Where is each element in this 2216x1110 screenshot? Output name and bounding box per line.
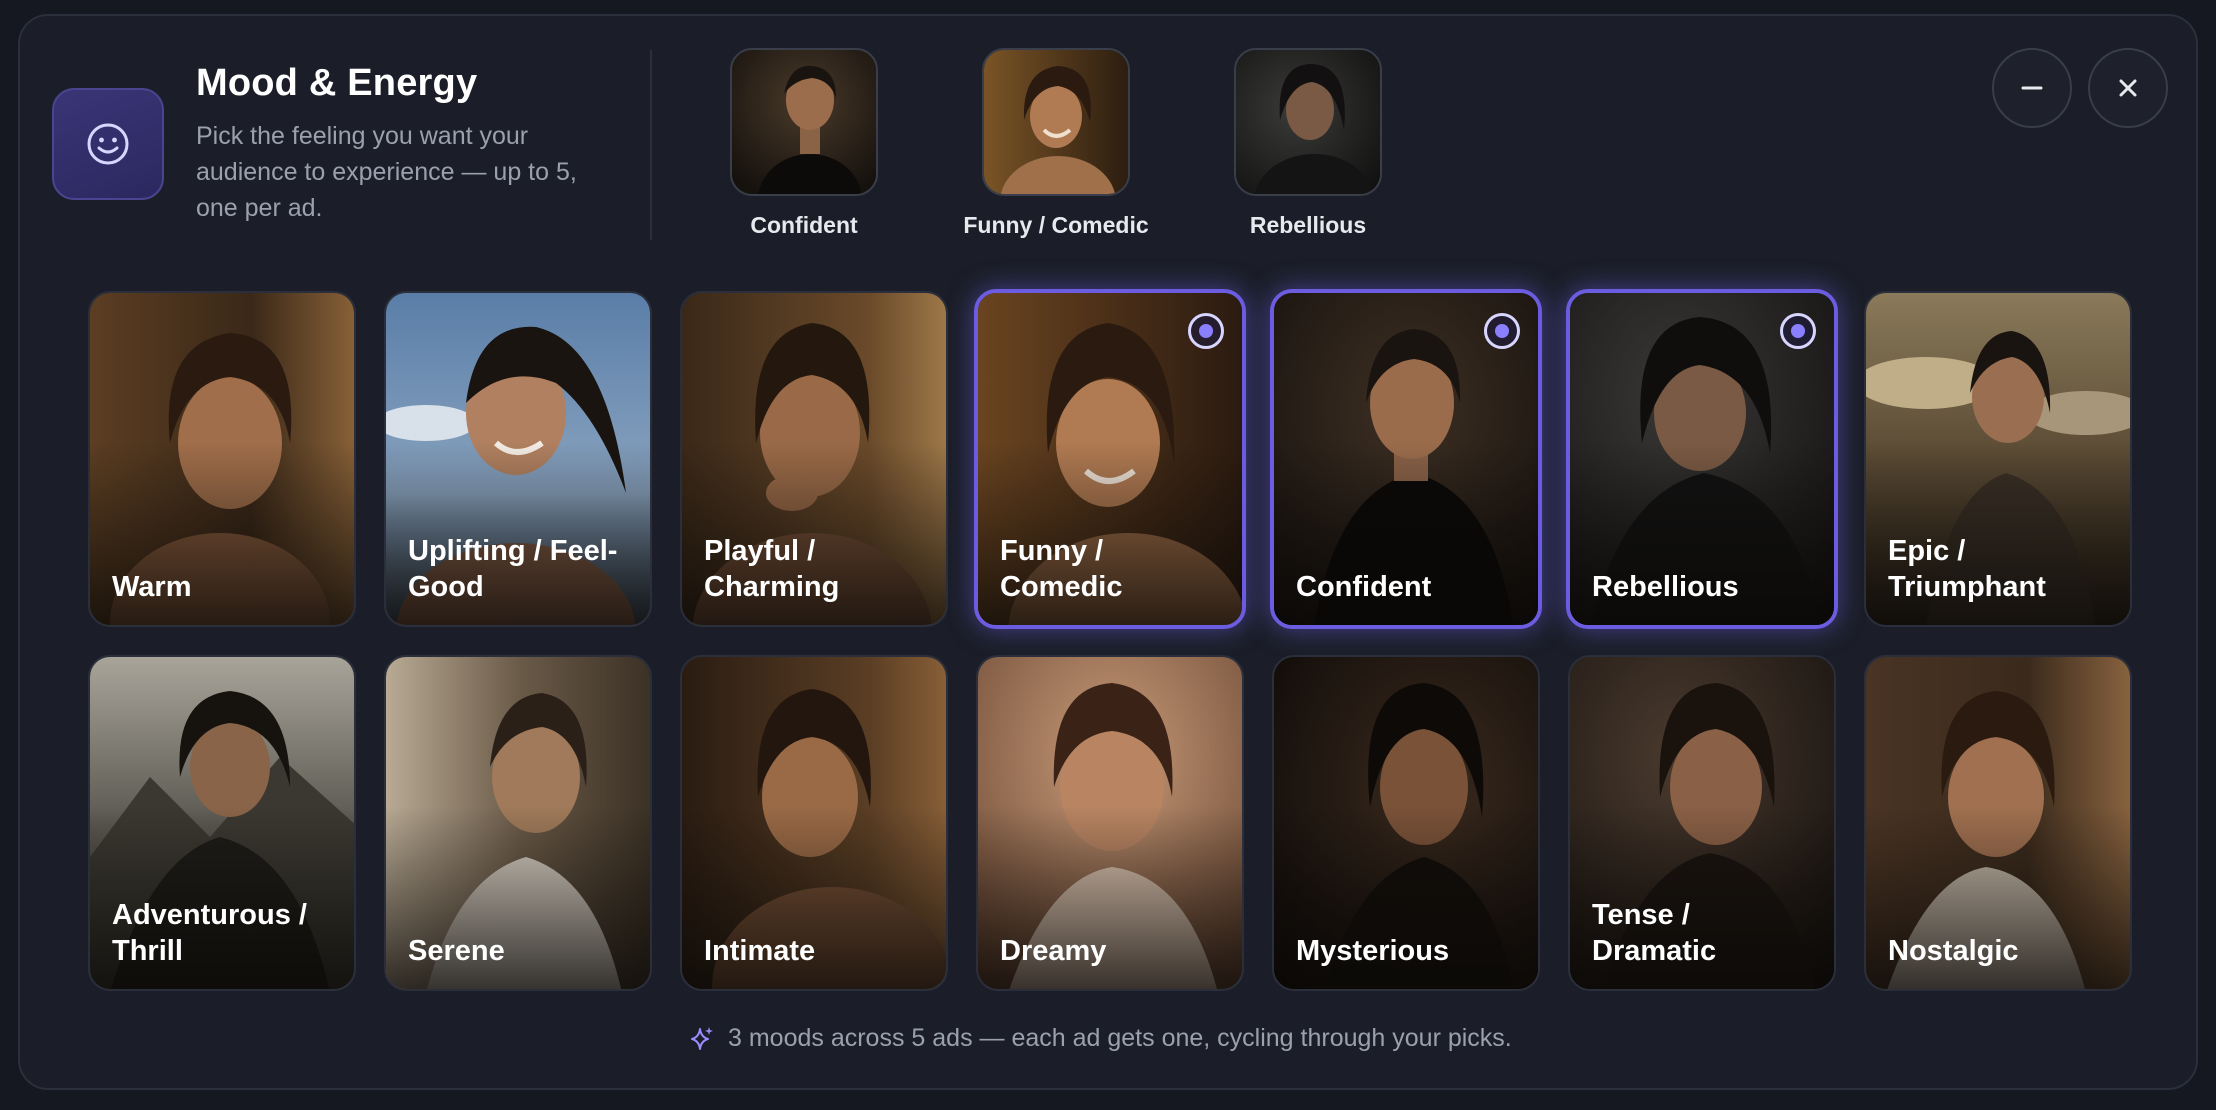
mood-card-uplifting[interactable]: Uplifting / Feel-Good [384, 291, 652, 627]
footer-hint: 3 moods across 5 ads — each ad gets one,… [690, 1024, 1512, 1053]
selected-label: Confident [750, 212, 858, 238]
selected-thumb-funny-comedic[interactable] [982, 48, 1130, 196]
mood-icon-box [52, 88, 164, 200]
mood-card-playful[interactable]: Playful / Charming [680, 291, 948, 627]
mood-card-mysterious[interactable]: Mysterious [1272, 655, 1540, 991]
selected-label: Funny / Comedic [963, 212, 1149, 238]
mood-card-rebellious[interactable]: Rebellious [1566, 289, 1838, 629]
minus-icon [2021, 86, 2043, 90]
selected-thumb-confident[interactable] [730, 48, 878, 196]
mood-card-label: Confident [1296, 571, 1432, 603]
selected-label: Rebellious [1249, 212, 1367, 238]
page-title: Mood & Energy [196, 62, 478, 104]
mood-card-label: Funny / Comedic [1000, 535, 1123, 603]
mood-card-label: Warm [112, 571, 192, 603]
mood-card-confident[interactable]: Confident [1270, 289, 1542, 629]
mood-card-label: Dreamy [1000, 935, 1107, 967]
mood-card-tense[interactable]: Tense / Dramatic [1568, 655, 1836, 991]
close-icon [2119, 79, 2137, 97]
mood-card-label: Rebellious [1592, 571, 1739, 603]
portrait-thumbnail [1236, 50, 1380, 194]
mood-card-label: Intimate [704, 935, 816, 967]
mood-card-dreamy[interactable]: Dreamy [976, 655, 1244, 991]
mood-card-label: Adventurous / Thrill [112, 899, 307, 967]
selected-radio[interactable] [1188, 313, 1224, 349]
page-subtitle: Pick the feeling you want your audience … [196, 122, 577, 222]
mood-card-label: Nostalgic [1888, 935, 2019, 967]
smiley-icon [87, 123, 129, 165]
close-button[interactable] [2088, 48, 2168, 128]
minimize-button[interactable] [1992, 48, 2072, 128]
mood-card-adventurous[interactable]: Adventurous / Thrill [88, 655, 356, 991]
portrait-thumbnail [732, 50, 876, 194]
mood-card-label: Uplifting / Feel-Good [408, 535, 618, 603]
mood-card-label: Tense / Dramatic [1592, 899, 1717, 967]
mood-card-label: Mysterious [1296, 935, 1450, 967]
selected-radio[interactable] [1484, 313, 1520, 349]
footer-text: 3 moods across 5 ads — each ad gets one,… [728, 1024, 1512, 1052]
selected-thumb-rebellious[interactable] [1234, 48, 1382, 196]
selected-radio[interactable] [1780, 313, 1816, 349]
mood-card-nostalgic[interactable]: Nostalgic [1864, 655, 2132, 991]
header-divider [650, 50, 652, 240]
mood-card-intimate[interactable]: Intimate [680, 655, 948, 991]
mood-card-warm[interactable]: Warm [88, 291, 356, 627]
mood-card-label: Serene [408, 935, 505, 967]
sparkle-icon [691, 1026, 713, 1050]
mood-card-funny[interactable]: Funny / Comedic [974, 289, 1246, 629]
mood-card-epic[interactable]: Epic / Triumphant [1864, 291, 2132, 627]
mood-card-serene[interactable]: Serene [384, 655, 652, 991]
portrait-thumbnail [984, 50, 1128, 194]
mood-card-label: Playful / Charming [704, 535, 840, 603]
mood-card-label: Epic / Triumphant [1888, 535, 2046, 603]
